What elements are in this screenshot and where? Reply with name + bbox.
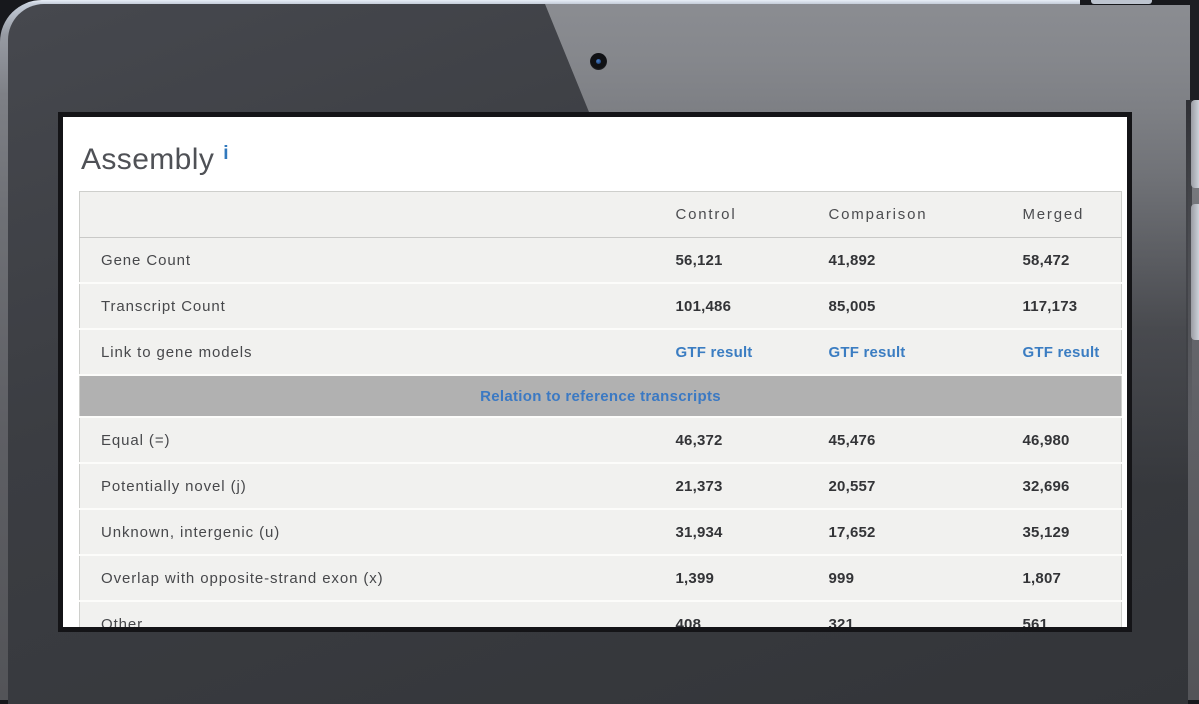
cell-value: 21,373 (676, 463, 829, 509)
column-header-control: Control (676, 192, 829, 238)
section-row: Relation to reference transcripts (80, 375, 1122, 417)
gtf-result-link[interactable]: GTF result (1023, 329, 1122, 375)
table-header-row: Control Comparison Merged (80, 192, 1122, 238)
front-camera (590, 53, 607, 70)
cell-value: 56,121 (676, 238, 829, 284)
table-row: Unknown, intergenic (u)31,93417,65235,12… (80, 509, 1122, 555)
assembly-report-page: Assembly i Control Comparison Merged Gene… (63, 117, 1127, 627)
row-label: Link to gene models (80, 329, 676, 375)
table-row: Equal (=)46,37245,47646,980 (80, 417, 1122, 463)
cell-value: 999 (829, 555, 1023, 601)
cell-value: 46,980 (1023, 417, 1122, 463)
cell-value: 45,476 (829, 417, 1023, 463)
cell-value: 1,807 (1023, 555, 1122, 601)
row-label: Other (80, 601, 676, 627)
camera-lens (596, 59, 601, 64)
row-label: Gene Count (80, 238, 676, 284)
table-row: Potentially novel (j)21,37320,55732,696 (80, 463, 1122, 509)
cell-value: 117,173 (1023, 283, 1122, 329)
table-row: Other408321561 (80, 601, 1122, 627)
table-row: Link to gene modelsGTF resultGTF resultG… (80, 329, 1122, 375)
cell-value: 20,557 (829, 463, 1023, 509)
cell-value: 408 (676, 601, 829, 627)
cell-value: 85,005 (829, 283, 1023, 329)
gtf-result-link[interactable]: GTF result (676, 329, 829, 375)
cell-value: 32,696 (1023, 463, 1122, 509)
table-row: Transcript Count101,48685,005117,173 (80, 283, 1122, 329)
row-label: Overlap with opposite-strand exon (x) (80, 555, 676, 601)
table-row: Overlap with opposite-strand exon (x)1,3… (80, 555, 1122, 601)
page-title: Assembly i (81, 143, 1123, 176)
assembly-table-body: Gene Count56,12141,89258,472Transcript C… (80, 238, 1122, 628)
cell-value: 58,472 (1023, 238, 1122, 284)
cell-value: 321 (829, 601, 1023, 627)
assembly-table: Control Comparison Merged Gene Count56,1… (79, 191, 1122, 627)
background-right-edge (1190, 0, 1199, 116)
row-label: Equal (=) (80, 417, 676, 463)
column-header-merged: Merged (1023, 192, 1122, 238)
row-label: Unknown, intergenic (u) (80, 509, 676, 555)
volume-down-button (1191, 204, 1199, 340)
column-header-empty (80, 192, 676, 238)
table-row: Gene Count56,12141,89258,472 (80, 238, 1122, 284)
page-title-text: Assembly (81, 143, 214, 176)
volume-up-button (1191, 100, 1199, 188)
column-header-comparison: Comparison (829, 192, 1023, 238)
row-label: Transcript Count (80, 283, 676, 329)
cell-value: 17,652 (829, 509, 1023, 555)
cell-value: 101,486 (676, 283, 829, 329)
cell-value: 41,892 (829, 238, 1023, 284)
tablet-screen: Assembly i Control Comparison Merged Gene… (58, 112, 1132, 632)
cell-value: 1,399 (676, 555, 829, 601)
cell-value: 35,129 (1023, 509, 1122, 555)
cell-value: 561 (1023, 601, 1122, 627)
gtf-result-link[interactable]: GTF result (829, 329, 1023, 375)
section-header: Relation to reference transcripts (80, 375, 1122, 417)
power-button (1091, 0, 1152, 4)
cell-value: 31,934 (676, 509, 829, 555)
row-label: Potentially novel (j) (80, 463, 676, 509)
info-icon[interactable]: i (223, 143, 229, 164)
cell-value: 46,372 (676, 417, 829, 463)
